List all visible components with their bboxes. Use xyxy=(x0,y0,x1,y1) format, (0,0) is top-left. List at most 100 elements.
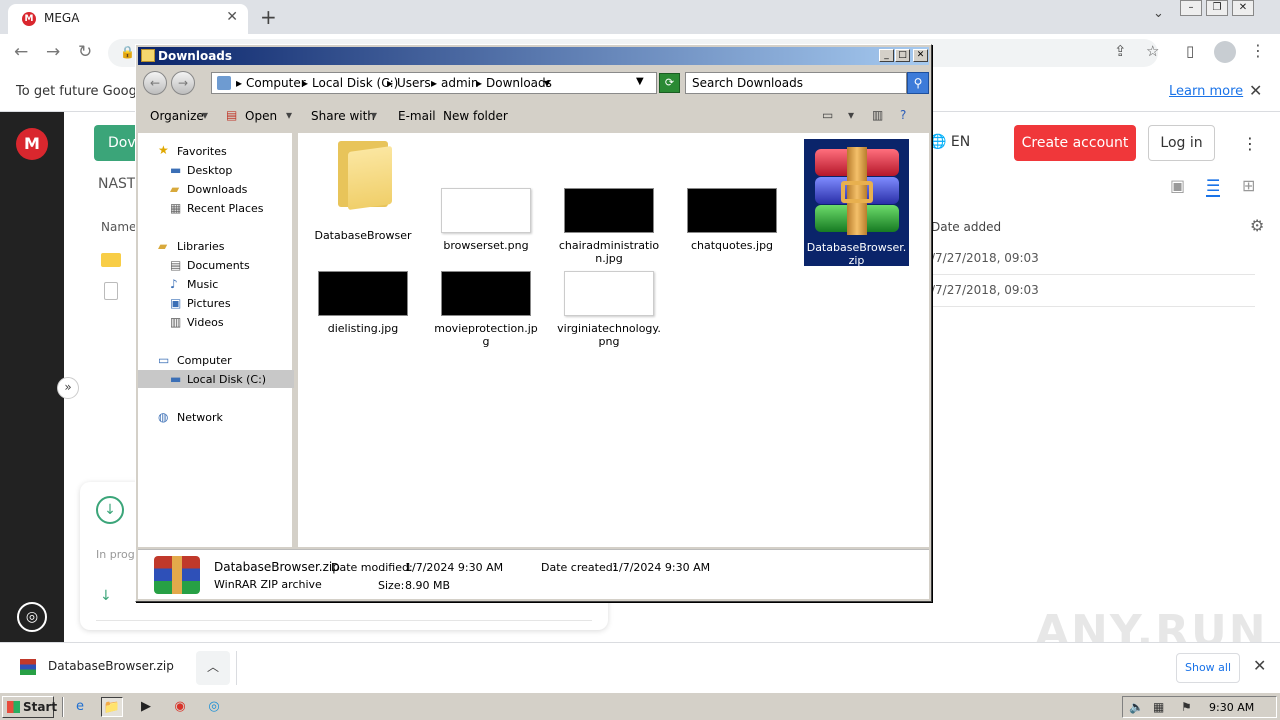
file-item-folder[interactable]: DatabaseBrowser xyxy=(308,141,418,242)
nav-favorites[interactable]: Favorites xyxy=(177,145,227,158)
breadcrumb-users[interactable]: Users xyxy=(397,76,431,90)
breadcrumb-separator-icon[interactable]: ▸ xyxy=(476,76,482,90)
start-button[interactable]: Start xyxy=(2,696,57,718)
chrome-taskbar-icon[interactable]: ◉ xyxy=(169,697,191,717)
language-selector[interactable]: 🌐 EN xyxy=(929,134,970,150)
volume-icon[interactable]: 🔈 xyxy=(1129,700,1144,714)
breadcrumb-separator-icon[interactable]: ▸ xyxy=(387,76,393,90)
chrome-menu-icon[interactable]: ⋮ xyxy=(1250,41,1266,60)
explorer-taskbar-icon[interactable]: 📁 xyxy=(101,697,123,717)
address-history-dropdown-icon[interactable]: ▼ xyxy=(636,76,644,87)
change-view-icon[interactable]: ▭ xyxy=(822,108,833,122)
file-item-zip-selected[interactable]: DatabaseBrowser.zip xyxy=(804,139,909,267)
infobar-close-icon[interactable]: ✕ xyxy=(1249,81,1262,100)
shelf-close-icon[interactable]: ✕ xyxy=(1253,656,1266,675)
media-player-icon[interactable]: ▶ xyxy=(135,697,157,717)
explorer-minimize-button[interactable]: _ xyxy=(879,49,894,62)
nav-downloads[interactable]: Downloads xyxy=(187,183,247,196)
explorer-back-icon[interactable]: ← xyxy=(143,71,167,95)
explorer-titlebar[interactable]: Downloads _ □ ✕ xyxy=(138,47,929,65)
download-circle-icon: ↓ xyxy=(96,496,124,524)
explorer-close-button[interactable]: ✕ xyxy=(913,49,928,62)
nav-documents[interactable]: Documents xyxy=(187,259,250,272)
new-folder-button[interactable]: New folder xyxy=(443,109,508,123)
breadcrumb-local-disk[interactable]: Local Disk (C:) xyxy=(312,76,398,90)
file-item-image[interactable]: chairadministration.jpg xyxy=(554,188,664,265)
thumbnail-view-icon[interactable]: ▣ xyxy=(1170,176,1185,195)
internet-explorer-icon[interactable]: e xyxy=(69,697,91,717)
breadcrumb-separator-icon[interactable]: ▸ xyxy=(431,76,437,90)
bookmark-star-icon[interactable]: ☆ xyxy=(1146,42,1159,60)
list-view-icon[interactable]: ☰ xyxy=(1206,176,1221,197)
side-panel-icon[interactable]: ▯ xyxy=(1186,42,1194,60)
download-options-chevron-icon[interactable]: ︿ xyxy=(196,651,230,685)
grid-view-icon[interactable]: ⊞ xyxy=(1242,176,1255,195)
breadcrumb-separator-icon[interactable]: ▸ xyxy=(302,76,308,90)
close-window-button[interactable]: ✕ xyxy=(1232,0,1254,16)
login-button[interactable]: Log in xyxy=(1148,125,1215,161)
search-downloads-input[interactable]: Search Downloads xyxy=(685,72,907,94)
nav-pictures[interactable]: Pictures xyxy=(187,297,231,310)
view-dropdown-icon[interactable]: ▾ xyxy=(848,108,854,122)
mega-menu-icon[interactable]: ⋮ xyxy=(1242,134,1258,153)
edge-taskbar-icon[interactable]: ◎ xyxy=(203,697,225,717)
nav-videos[interactable]: Videos xyxy=(187,316,224,329)
back-arrow-icon[interactable]: ← xyxy=(14,42,28,62)
new-tab-button[interactable]: + xyxy=(260,5,277,29)
profile-avatar[interactable] xyxy=(1214,41,1236,63)
forward-arrow-icon[interactable]: → xyxy=(46,42,60,62)
organize-menu[interactable]: Organize xyxy=(150,109,204,123)
show-all-button[interactable]: Show all xyxy=(1176,653,1240,683)
file-item-image[interactable]: dielisting.jpg xyxy=(308,271,418,335)
share-with-menu[interactable]: Share with xyxy=(311,109,375,123)
breadcrumb-admin[interactable]: admin xyxy=(441,76,479,90)
restore-button[interactable]: ❐ xyxy=(1206,0,1228,16)
nav-music[interactable]: Music xyxy=(187,278,218,291)
reload-icon[interactable]: ↻ xyxy=(78,42,92,62)
column-header-date-added[interactable]: Date added xyxy=(931,220,1001,234)
learn-more-link[interactable]: Learn more xyxy=(1169,84,1243,99)
share-icon[interactable]: ⇪ xyxy=(1114,42,1127,60)
file-item-image[interactable]: chatquotes.jpg xyxy=(677,188,787,252)
settings-gear-icon[interactable]: ⚙ xyxy=(1250,216,1264,235)
explorer-maximize-button[interactable]: □ xyxy=(895,49,910,62)
browser-tab-mega[interactable]: M MEGA ✕ xyxy=(8,4,248,34)
action-center-flag-icon[interactable]: ⚑ xyxy=(1181,700,1192,714)
explorer-forward-icon[interactable]: → xyxy=(171,71,195,95)
lock-icon[interactable]: 🔒 xyxy=(120,45,135,59)
sync-icon[interactable]: ◎ xyxy=(17,602,47,632)
file-item-image[interactable]: browserset.png xyxy=(431,188,541,252)
open-menu[interactable]: Open xyxy=(245,109,277,123)
open-dropdown-icon[interactable]: ▾ xyxy=(286,108,292,122)
nav-local-disk[interactable]: Local Disk (C:) xyxy=(187,373,266,386)
nav-network[interactable]: Network xyxy=(177,411,223,424)
network-icon[interactable]: ▦ xyxy=(1153,700,1164,714)
create-account-button[interactable]: Create account xyxy=(1014,125,1136,161)
breadcrumb-computer[interactable]: Computer xyxy=(246,76,306,90)
breadcrumb-downloads[interactable]: Downloads xyxy=(486,76,552,90)
help-icon[interactable]: ? xyxy=(900,108,906,122)
nav-recent-places[interactable]: Recent Places xyxy=(187,202,264,215)
nav-desktop[interactable]: Desktop xyxy=(187,164,232,177)
nav-libraries[interactable]: Libraries xyxy=(177,240,225,253)
file-item-image[interactable]: virginiatechnology.png xyxy=(554,271,664,348)
refresh-icon[interactable]: ⟳ xyxy=(659,73,680,93)
tab-search-chevron-icon[interactable]: ⌄ xyxy=(1153,6,1164,21)
email-button[interactable]: E-mail xyxy=(398,109,436,123)
breadcrumb[interactable]: ▸ Computer ▸ Local Disk (C:) ▸ Users ▸ a… xyxy=(211,72,657,94)
column-header-name[interactable]: Name xyxy=(101,220,136,234)
breadcrumb-separator-icon[interactable]: ▾ xyxy=(544,76,550,90)
nav-computer[interactable]: Computer xyxy=(177,354,232,367)
share-dropdown-icon[interactable]: ▾ xyxy=(371,108,377,122)
sidebar-expand-icon[interactable]: » xyxy=(57,377,79,399)
minimize-button[interactable]: – xyxy=(1180,0,1202,16)
mega-logo[interactable]: M xyxy=(16,128,48,160)
preview-pane-icon[interactable]: ▥ xyxy=(872,108,883,122)
tab-close-icon[interactable]: ✕ xyxy=(226,9,238,25)
organize-dropdown-icon[interactable]: ▾ xyxy=(202,108,208,122)
file-item-image[interactable]: movieprotection.jpg xyxy=(431,271,541,348)
clock[interactable]: 9:30 AM xyxy=(1209,701,1254,714)
download-item-name[interactable]: DatabaseBrowser.zip xyxy=(48,659,174,673)
breadcrumb-separator-icon[interactable]: ▸ xyxy=(236,76,242,90)
search-icon[interactable]: ⚲ xyxy=(907,72,929,94)
